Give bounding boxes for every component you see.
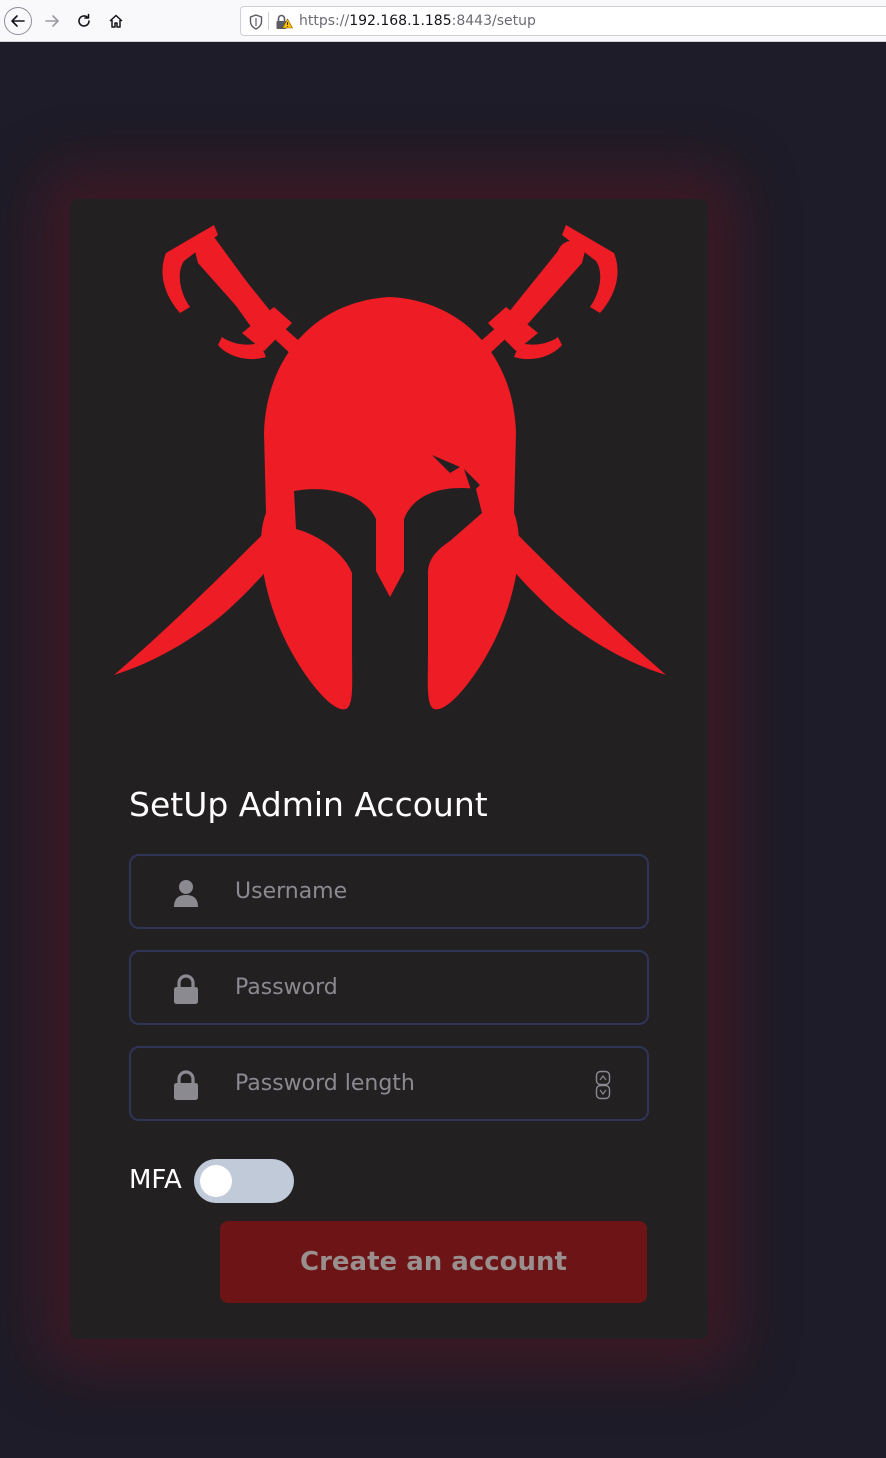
mfa-toggle-knob	[200, 1165, 232, 1197]
forward-button[interactable]	[38, 7, 66, 35]
browser-toolbar: https://192.168.1.185:8443/setup	[0, 0, 886, 42]
lock-icon	[174, 1070, 198, 1100]
url-scheme: https://	[299, 13, 350, 29]
back-button[interactable]	[4, 7, 32, 35]
home-icon	[109, 14, 123, 28]
create-account-button[interactable]: Create an account	[220, 1221, 647, 1303]
url-host: 192.168.1.185	[349, 13, 452, 29]
reload-icon	[78, 13, 90, 27]
password-length-field[interactable]	[129, 1046, 649, 1121]
mfa-label: MFA	[129, 1165, 182, 1195]
url-separator	[268, 12, 269, 30]
number-stepper-icon[interactable]	[595, 1070, 611, 1100]
insecure-lock-icon[interactable]	[275, 14, 293, 30]
url-path: :8443/setup	[451, 13, 536, 29]
lock-icon	[174, 974, 198, 1004]
username-field[interactable]	[129, 854, 649, 929]
username-input[interactable]	[235, 856, 575, 927]
page-title: SetUp Admin Account	[129, 785, 488, 824]
password-length-input[interactable]	[235, 1048, 575, 1119]
address-bar[interactable]: https://192.168.1.185:8443/setup	[240, 6, 886, 36]
page-content: SetUp Admin Account Username Password le…	[0, 42, 886, 1458]
user-icon	[174, 880, 198, 907]
spartan-helmet-logo-icon	[114, 225, 666, 710]
password-field[interactable]	[129, 950, 649, 1025]
mfa-toggle[interactable]	[194, 1159, 294, 1203]
setup-card: SetUp Admin Account Username Password le…	[70, 199, 708, 1339]
password-input[interactable]	[235, 952, 575, 1023]
url-text[interactable]: https://192.168.1.185:8443/setup	[299, 13, 536, 29]
arrow-left-icon	[11, 15, 25, 27]
shield-icon[interactable]	[249, 14, 263, 30]
home-button[interactable]	[102, 7, 130, 35]
arrow-right-icon	[45, 15, 59, 27]
reload-button[interactable]	[70, 7, 98, 35]
